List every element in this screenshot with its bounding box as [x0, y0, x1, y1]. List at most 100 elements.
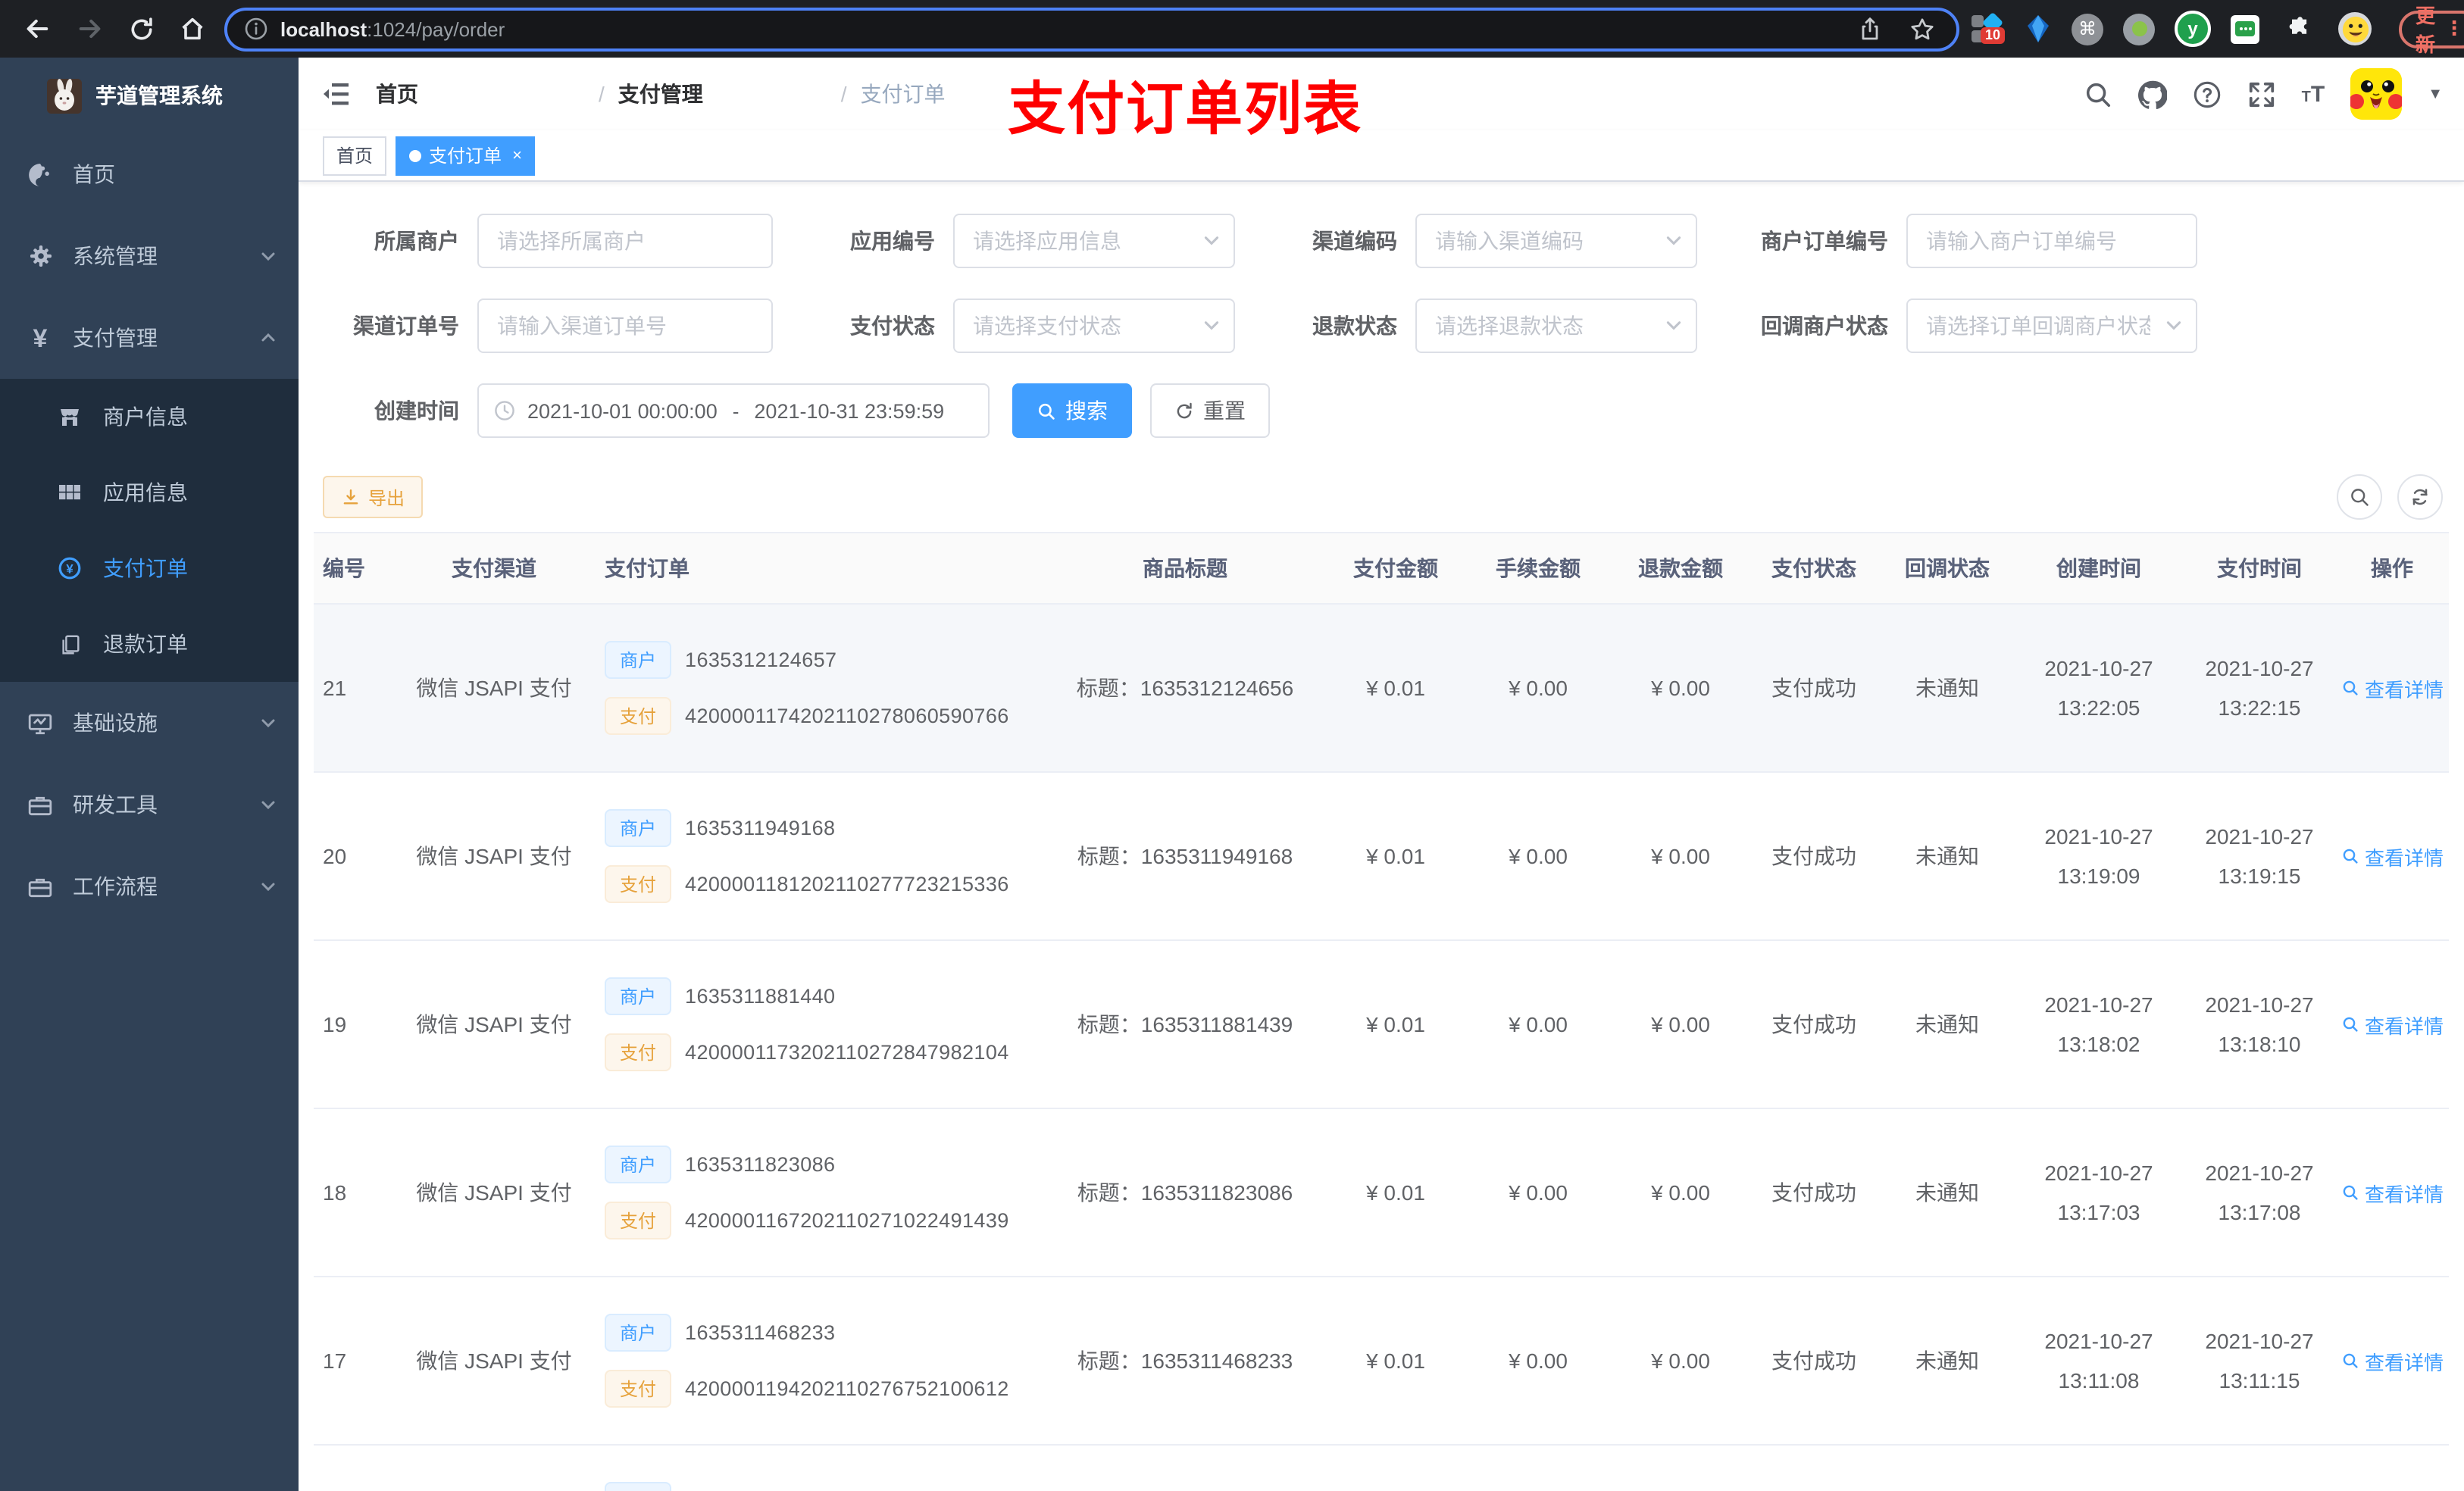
- font-size-icon[interactable]: TT: [2302, 81, 2325, 107]
- avatar-caret-icon[interactable]: ▼: [2428, 86, 2443, 102]
- tab-home[interactable]: 首页: [323, 136, 387, 175]
- merchant-filter-input[interactable]: [477, 214, 773, 268]
- view-detail-link[interactable]: 查看详情: [2340, 1178, 2444, 1207]
- cell-pay-status: 支付成功: [1771, 1012, 1856, 1036]
- merchant-tag: 商户: [605, 1314, 672, 1352]
- sidebar-item-dev-tools[interactable]: 研发工具: [0, 764, 299, 846]
- pay-tag: 支付: [605, 697, 672, 735]
- refresh-button[interactable]: [2397, 474, 2443, 520]
- search-button[interactable]: 搜索: [1012, 383, 1132, 438]
- export-button[interactable]: 导出: [323, 476, 424, 518]
- browser-update-button[interactable]: 更新 ⋮: [2399, 5, 2464, 56]
- user-avatar[interactable]: [2350, 68, 2403, 120]
- update-label: 更新: [2416, 5, 2436, 56]
- channel-code-filter-label: 渠道编码: [1312, 229, 1397, 253]
- recorder-extension-icon[interactable]: [2123, 13, 2155, 45]
- cell-create-time: 2021-10-27 13:11:08: [2014, 1325, 2184, 1396]
- share-icon[interactable]: [1850, 9, 1890, 48]
- gem-extension-icon[interactable]: [2025, 14, 2052, 44]
- sidebar-item-refund-order[interactable]: 退款订单: [0, 606, 299, 682]
- sidebar-item-label: 应用信息: [103, 480, 188, 505]
- view-detail-link[interactable]: 查看详情: [2340, 1010, 2444, 1039]
- pay-tag: 支付: [605, 865, 672, 903]
- refund-status-filter-select[interactable]: [1415, 299, 1697, 353]
- col-header-amount: 支付金额: [1353, 556, 1438, 580]
- cell-pay-time: 2021-10-27 13:19:15: [2184, 821, 2335, 892]
- sidebar-item-merchant-info[interactable]: 商户信息: [0, 379, 299, 455]
- app-id-filter-select[interactable]: [953, 214, 1235, 268]
- command-extension-icon[interactable]: ⌘: [2072, 13, 2103, 45]
- chat-extension-icon[interactable]: [2231, 14, 2259, 43]
- channel-order-no-filter-input[interactable]: [477, 299, 773, 353]
- breadcrumb-home[interactable]: 首页: [376, 79, 585, 109]
- screen: localhost:1024/pay/order 10 ⌘ y 更新 ⋮ 芋道管…: [0, 0, 2464, 1491]
- merchant-order-no: 1635311949168: [685, 817, 836, 839]
- orders-table: 编号 支付渠道 支付订单 商品标题 支付金额 手续金额 退款金额 支付状态 回调…: [314, 532, 2449, 1491]
- cell-order-id: 20: [323, 844, 347, 868]
- pay-time: 13:17:08: [2218, 1199, 2301, 1224]
- merchant-order-no: 1635311468233: [685, 1321, 836, 1344]
- sidebar-item-home[interactable]: 首页: [0, 133, 299, 215]
- search-icon[interactable]: [2084, 80, 2112, 108]
- browser-menu-dots-icon[interactable]: ⋮: [2444, 17, 2464, 41]
- extension-badge-icon[interactable]: 10: [1972, 11, 2006, 44]
- merchant-order-line: 商户 1635311823086: [605, 1146, 835, 1183]
- profile-avatar-icon[interactable]: [2338, 12, 2372, 45]
- toggle-search-button[interactable]: [2337, 474, 2382, 520]
- cell-product-title: 标题：1635311823086: [1077, 1180, 1293, 1205]
- site-info-icon[interactable]: [242, 16, 268, 42]
- sidebar-item-infrastructure[interactable]: 基础设施: [0, 682, 299, 764]
- fullscreen-icon[interactable]: [2247, 80, 2276, 108]
- table-row: 21 微信 JSAPI 支付 商户 1635312124657 支付 42000…: [314, 605, 2449, 773]
- browser-home-icon[interactable]: [173, 9, 212, 48]
- pay-date: 2021-10-27: [2205, 1328, 2314, 1352]
- bookmark-star-icon[interactable]: [1902, 9, 1941, 48]
- toolbox-icon: [27, 792, 53, 817]
- pay-status-filter-select[interactable]: [953, 299, 1235, 353]
- sidebar-item-system[interactable]: 系统管理: [0, 215, 299, 297]
- breadcrumb-separator: /: [840, 82, 847, 106]
- chevron-up-icon: [259, 329, 277, 347]
- view-detail-link[interactable]: 查看详情: [2340, 674, 2444, 702]
- cell-pay-channel: 微信 JSAPI 支付: [416, 1349, 572, 1373]
- sidebar-collapse-icon[interactable]: [321, 79, 352, 109]
- app-window: 芋道管理系统 首页 系统管理 ¥ 支付管理 商户信息 应用信息 ¥ 支付订单 退…: [0, 58, 2464, 1491]
- browser-forward-icon[interactable]: [70, 9, 109, 48]
- filter-row-2: 渠道订单号 支付状态 退款状态: [314, 299, 2449, 353]
- cell-pay-order: 商户 1635311468233 支付 42000011942021102767…: [599, 1314, 1041, 1408]
- merchant-filter-label: 所属商户: [374, 229, 459, 253]
- github-icon[interactable]: [2137, 80, 2167, 108]
- cell-pay-order: 商户 1635312124657 支付 42000011742021102780…: [599, 641, 1041, 735]
- reset-button[interactable]: 重置: [1150, 383, 1270, 438]
- view-detail-link[interactable]: 查看详情: [2340, 1346, 2444, 1375]
- address-bar[interactable]: localhost:1024/pay/order: [224, 7, 1959, 51]
- browser-back-icon[interactable]: [18, 9, 58, 48]
- sidebar-item-workflow[interactable]: 工作流程: [0, 846, 299, 927]
- view-detail-link[interactable]: 查看详情: [2340, 842, 2444, 871]
- date-range-picker[interactable]: 2021-10-01 00:00:00 - 2021-10-31 23:59:5…: [477, 383, 990, 438]
- sidebar-item-app-info[interactable]: 应用信息: [0, 455, 299, 530]
- help-icon[interactable]: [2193, 80, 2222, 108]
- sidebar-item-pay-order[interactable]: ¥ 支付订单: [0, 530, 299, 606]
- channel-code-filter-select[interactable]: [1415, 214, 1697, 268]
- merchant-tag: 商户: [605, 1146, 672, 1183]
- browser-reload-icon[interactable]: [121, 9, 161, 48]
- cell-order-id: 21: [323, 676, 347, 700]
- url-path: :1024/pay/order: [367, 17, 505, 40]
- puzzle-extensions-icon[interactable]: [2279, 9, 2319, 48]
- create-time: 13:11:08: [2058, 1368, 2140, 1392]
- y-extension-icon[interactable]: y: [2175, 11, 2211, 47]
- tab-close-icon[interactable]: ×: [512, 146, 522, 164]
- cell-pay-order: 商户 1635311949168 支付 42000011812021102777…: [599, 809, 1041, 903]
- sidebar-item-payment[interactable]: ¥ 支付管理: [0, 297, 299, 379]
- notify-status-filter-select[interactable]: [1906, 299, 2197, 353]
- table-row: 18 微信 JSAPI 支付 商户 1635311823086 支付 42000…: [314, 1109, 2449, 1277]
- col-header-pay-time: 支付时间: [2217, 556, 2302, 580]
- col-header-create-time: 创建时间: [2056, 556, 2141, 580]
- merchant-order-no-filter-input[interactable]: [1906, 214, 2197, 268]
- table-toolbar: 导出: [314, 474, 2449, 520]
- logo[interactable]: 芋道管理系统: [0, 58, 299, 133]
- tab-pay-order[interactable]: 支付订单 ×: [396, 136, 536, 175]
- yen-icon: ¥: [33, 324, 48, 352]
- breadcrumb-payment[interactable]: 支付管理: [618, 79, 827, 109]
